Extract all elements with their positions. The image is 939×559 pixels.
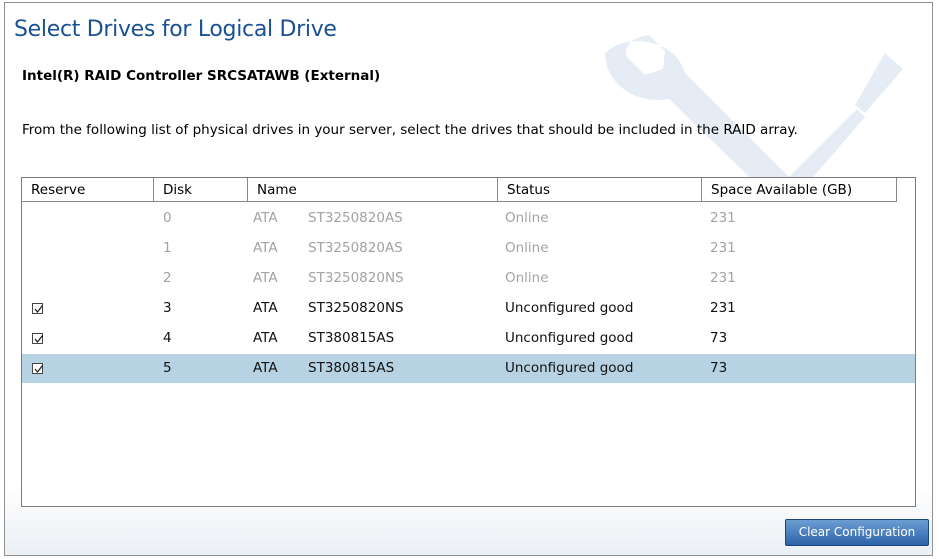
column-header-name[interactable]: Name [248, 178, 498, 202]
model-cell: ST3250820NS [308, 270, 404, 286]
vendor-cell: ATA [253, 240, 278, 256]
vendor-cell: ATA [253, 270, 278, 286]
space-cell: 73 [710, 360, 728, 376]
model-cell: ST380815AS [308, 330, 395, 346]
checkmark-icon [34, 305, 44, 314]
table-header: Reserve Disk Name Status Space Available… [22, 178, 915, 203]
space-cell: 231 [710, 270, 736, 286]
model-cell: ST3250820AS [308, 240, 403, 256]
column-header-space[interactable]: Space Available (GB) [702, 178, 897, 202]
column-header-status[interactable]: Status [498, 178, 702, 202]
disk-cell: 4 [163, 330, 172, 346]
dialog-frame: Select Drives for Logical Drive Intel(R)… [4, 2, 933, 556]
status-cell: Unconfigured good [505, 330, 634, 346]
page-title: Select Drives for Logical Drive [14, 17, 337, 42]
status-cell: Unconfigured good [505, 360, 634, 376]
column-header-disk[interactable]: Disk [154, 178, 248, 202]
vendor-cell: ATA [253, 360, 278, 376]
table-row[interactable]: 5 ATA ST380815AS Unconfigured good 73 [22, 354, 915, 383]
table-row[interactable]: 4 ATA ST380815AS Unconfigured good 73 [22, 324, 915, 353]
vendor-cell: ATA [253, 330, 278, 346]
instructions-text: From the following list of physical driv… [22, 122, 798, 138]
reserve-checkbox[interactable] [32, 333, 44, 344]
disk-cell: 2 [163, 270, 172, 286]
disk-cell: 1 [163, 240, 172, 256]
model-cell: ST3250820NS [308, 300, 404, 316]
controller-name: Intel(R) RAID Controller SRCSATAWB (Exte… [22, 68, 381, 84]
space-cell: 231 [710, 240, 736, 256]
column-header-reserve[interactable]: Reserve [22, 178, 154, 202]
table-row[interactable]: 2 ATA ST3250820NS Online 231 [22, 264, 915, 293]
vendor-cell: ATA [253, 210, 278, 226]
status-cell: Online [505, 210, 549, 226]
drives-table: Reserve Disk Name Status Space Available… [21, 177, 916, 507]
space-cell: 73 [710, 330, 728, 346]
vendor-cell: ATA [253, 300, 278, 316]
status-cell: Online [505, 270, 549, 286]
checkmark-icon [34, 365, 44, 374]
disk-cell: 0 [163, 210, 172, 226]
disk-cell: 5 [163, 360, 172, 376]
checkmark-icon [34, 335, 44, 344]
disk-cell: 3 [163, 300, 172, 316]
space-cell: 231 [710, 210, 736, 226]
table-row[interactable]: 3 ATA ST3250820NS Unconfigured good 231 [22, 294, 915, 323]
table-row[interactable]: 0 ATA ST3250820AS Online 231 [22, 204, 915, 233]
clear-configuration-button[interactable]: Clear Configuration [785, 519, 929, 546]
model-cell: ST380815AS [308, 360, 395, 376]
reserve-checkbox[interactable] [32, 363, 44, 374]
reserve-checkbox[interactable] [32, 303, 44, 314]
space-cell: 231 [710, 300, 736, 316]
table-row[interactable]: 1 ATA ST3250820AS Online 231 [22, 234, 915, 263]
status-cell: Online [505, 240, 549, 256]
model-cell: ST3250820AS [308, 210, 403, 226]
status-cell: Unconfigured good [505, 300, 634, 316]
